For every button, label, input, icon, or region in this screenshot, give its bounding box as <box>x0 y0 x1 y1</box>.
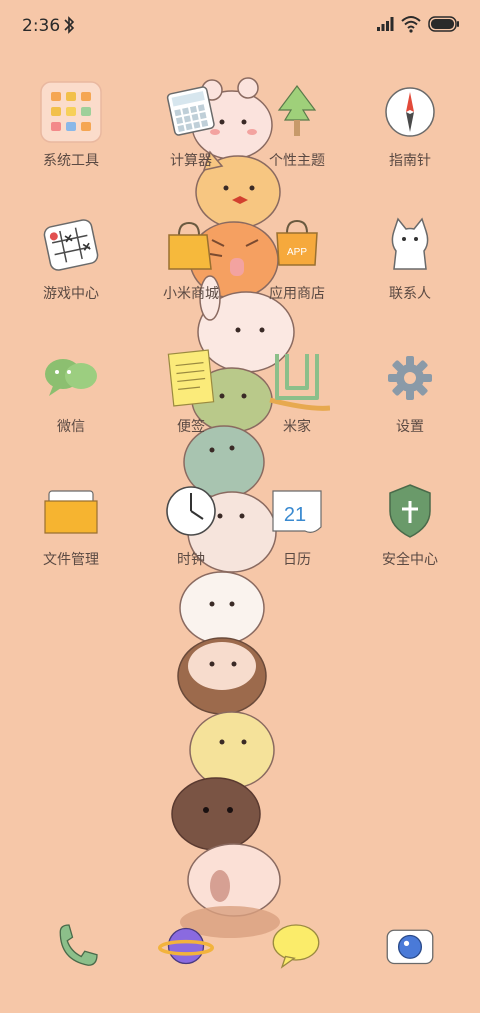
theme-icon <box>265 80 329 144</box>
app-theme[interactable]: 个性主题 <box>242 80 352 180</box>
file-folder-icon <box>39 479 103 543</box>
app-label: 小米商城 <box>163 286 219 302</box>
compass-icon <box>378 80 442 144</box>
clock-icon <box>159 479 223 543</box>
folder-icon <box>39 80 103 144</box>
mijia-icon <box>265 346 329 410</box>
app-label: 安全中心 <box>382 552 438 568</box>
messages-bubble-icon[interactable] <box>268 918 324 974</box>
app-label: 系统工具 <box>43 153 99 169</box>
app-settings-gear[interactable]: 设置 <box>355 346 465 446</box>
shop-bag-icon <box>159 213 223 277</box>
app-label: 指南针 <box>389 153 431 169</box>
app-calendar[interactable]: 21 日历 <box>242 479 352 579</box>
app-app-store[interactable]: APP 应用商店 <box>242 213 352 313</box>
app-folder[interactable]: 系统工具 <box>16 80 126 180</box>
signal-icon <box>377 17 394 31</box>
contacts-cat-icon <box>378 213 442 277</box>
app-label: 个性主题 <box>269 153 325 169</box>
app-calculator[interactable]: 计算器 <box>136 80 246 180</box>
app-compass[interactable]: 指南针 <box>355 80 465 180</box>
app-notes[interactable]: 便签 <box>136 346 246 446</box>
app-label: 便签 <box>177 419 205 435</box>
app-store-icon: APP <box>265 213 329 277</box>
calendar-day: 21 <box>284 504 306 526</box>
status-bar: 2:36 <box>0 0 480 52</box>
app-mijia[interactable]: 米家 <box>242 346 352 446</box>
app-label: 联系人 <box>389 286 431 302</box>
app-label: 计算器 <box>170 153 212 169</box>
app-security-shield[interactable]: 安全中心 <box>355 479 465 579</box>
app-shop-bag[interactable]: 小米商城 <box>136 213 246 313</box>
wifi-icon <box>401 16 421 33</box>
app-file-folder[interactable]: 文件管理 <box>16 479 126 579</box>
app-wechat[interactable]: 微信 <box>16 346 126 446</box>
app-clock[interactable]: 时钟 <box>136 479 246 579</box>
security-shield-icon <box>378 479 442 543</box>
phone-icon[interactable] <box>48 918 104 974</box>
camera-icon[interactable] <box>382 918 438 974</box>
status-time: 2:36 <box>22 16 61 36</box>
wechat-icon <box>39 346 103 410</box>
app-label: 应用商店 <box>269 286 325 302</box>
app-game[interactable]: 游戏中心 <box>16 213 126 313</box>
app-label: 日历 <box>283 552 311 568</box>
notes-icon <box>159 346 223 410</box>
calendar-icon: 21 <box>265 479 329 543</box>
battery-icon <box>428 16 459 32</box>
game-icon <box>39 213 103 277</box>
app-label: 设置 <box>396 419 424 435</box>
app-contacts-cat[interactable]: 联系人 <box>355 213 465 313</box>
settings-gear-icon <box>378 346 442 410</box>
app-label: 时钟 <box>177 552 205 568</box>
app-label: 文件管理 <box>43 552 99 568</box>
app-store-badge: APP <box>287 247 307 258</box>
app-label: 米家 <box>283 419 311 435</box>
app-label: 微信 <box>57 419 85 435</box>
bluetooth-icon <box>64 16 75 34</box>
calculator-icon <box>159 80 223 144</box>
app-label: 游戏中心 <box>43 286 99 302</box>
browser-planet-icon[interactable] <box>158 918 214 974</box>
